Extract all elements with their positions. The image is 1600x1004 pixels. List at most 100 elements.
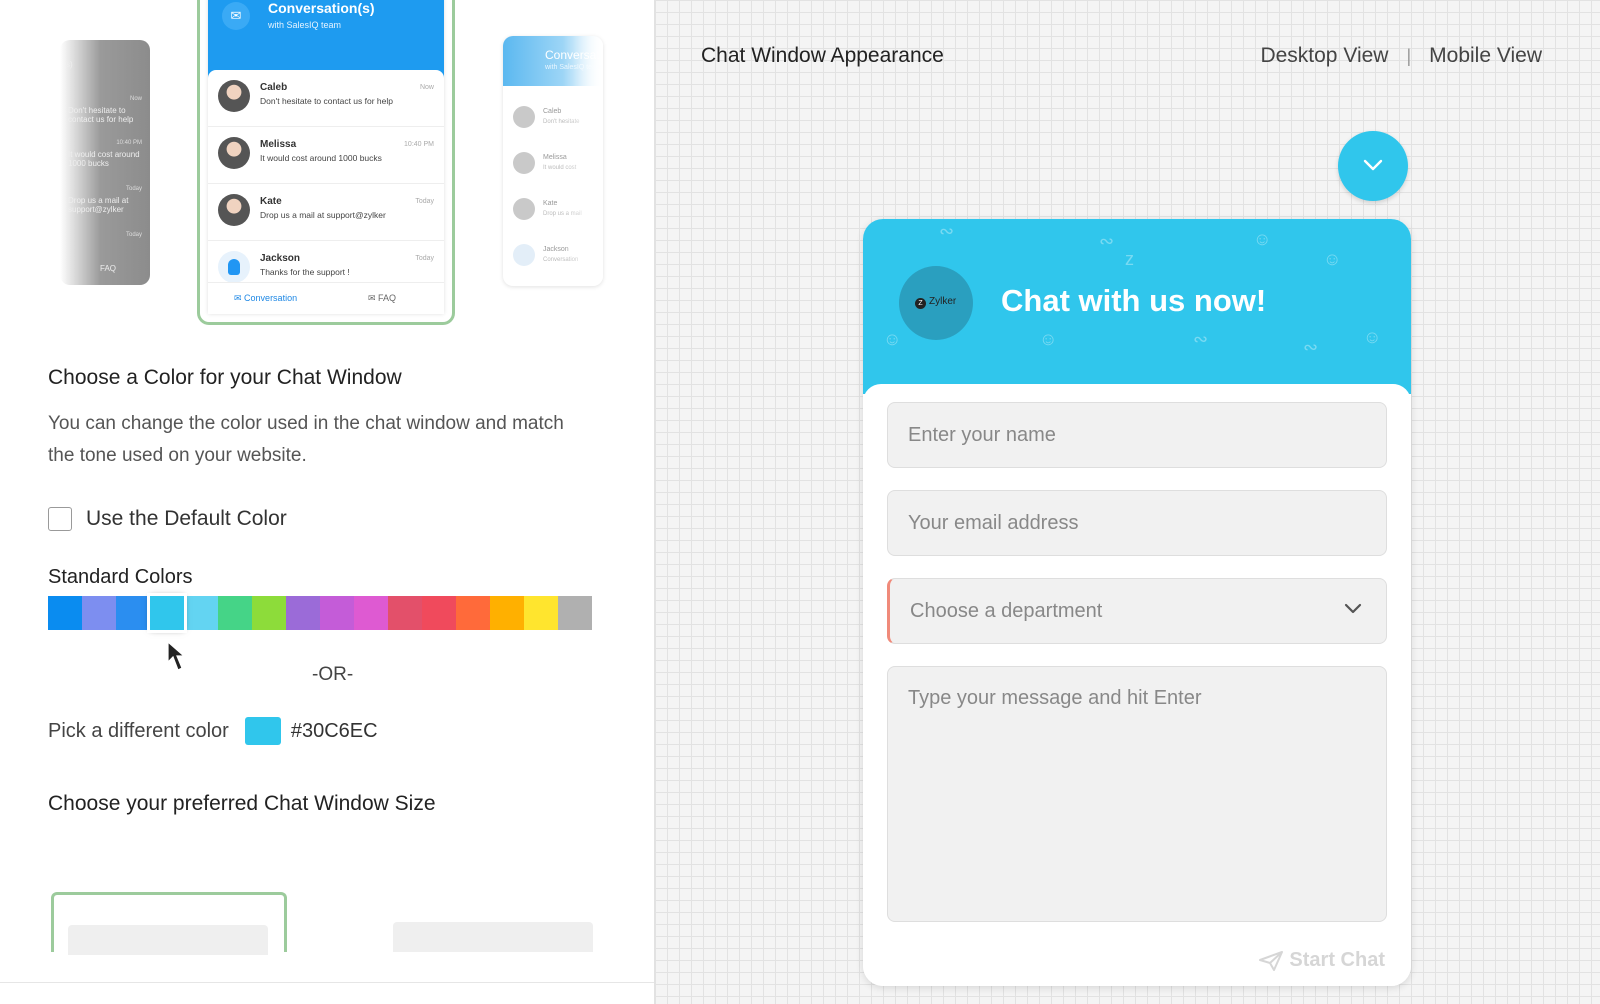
desktop-view-link[interactable]: Desktop View xyxy=(1260,44,1388,68)
thumb-conversation-list: Caleb Don't hesitate to contact us for h… xyxy=(208,70,444,298)
doodle-icon: ∾ xyxy=(1303,337,1319,357)
chevron-down-icon xyxy=(1363,159,1383,171)
avatar xyxy=(218,137,250,169)
list-item: Caleb Don't hesitate to contact us for h… xyxy=(208,70,444,127)
color-swatch[interactable] xyxy=(422,596,456,630)
color-section-title: Choose a Color for your Chat Window xyxy=(48,366,402,389)
color-swatch[interactable] xyxy=(116,596,150,630)
color-swatch[interactable] xyxy=(354,596,388,630)
size-option[interactable] xyxy=(393,922,593,952)
or-separator: -OR- xyxy=(312,664,354,685)
size-option-selected[interactable] xyxy=(51,892,287,955)
tab-conversation-label: Conversation xyxy=(244,293,298,303)
tab-faq-label: FAQ xyxy=(378,293,397,303)
thumb-line: Drop us a mail at support@zylker xyxy=(68,196,129,214)
thumb-time: Today xyxy=(125,232,142,238)
contact-name: Jackson xyxy=(260,253,301,264)
color-swatch[interactable] xyxy=(320,596,354,630)
color-swatch[interactable] xyxy=(456,596,490,630)
contact-name: Caleb xyxy=(260,82,288,93)
color-swatch[interactable] xyxy=(82,596,116,630)
layout-thumbnail-previous[interactable]: s) Now Don't hesitate to contact us for … xyxy=(60,40,150,285)
company-logo: Z Zylker xyxy=(899,266,973,340)
tab-faq: ✉ FAQ xyxy=(368,293,397,303)
mouse-pointer-icon xyxy=(167,640,186,671)
settings-panel: s) Now Don't hesitate to contact us for … xyxy=(0,0,655,1004)
default-color-option[interactable]: Use the Default Color xyxy=(48,504,287,534)
message-textarea[interactable]: Type your message and hit Enter xyxy=(887,666,1387,922)
thumb-time: Now xyxy=(129,96,142,102)
color-swatch[interactable] xyxy=(558,596,592,630)
contact-message: It would cost around 1000 bucks xyxy=(260,153,382,163)
pick-color-label: Pick a different color xyxy=(48,719,229,742)
message-time: Today xyxy=(415,198,434,205)
contact-message: Drop us a mail at support@zylker xyxy=(260,210,386,220)
thumb-line: Don't hesitate to contact us for help xyxy=(68,106,134,124)
email-input[interactable]: Your email address xyxy=(887,490,1387,556)
color-section-description: You can change the color used in the cha… xyxy=(48,413,564,466)
tab-conversation: ✉ Conversation xyxy=(234,293,298,303)
logo-mark: Z xyxy=(915,298,926,309)
contact-name: Melissa xyxy=(260,139,297,150)
chat-bubble-icon: ✉ xyxy=(222,2,250,30)
doodle-icon: ☺ xyxy=(1253,229,1272,249)
custom-color-picker: Pick a different color #30C6EC xyxy=(48,716,378,746)
color-swatch[interactable] xyxy=(252,596,286,630)
thumb-subtitle: with SalesIQ team xyxy=(268,20,342,30)
standard-colors-label: Standard Colors xyxy=(48,566,193,588)
default-color-label: Use the Default Color xyxy=(86,507,287,530)
layout-thumbnail-selected[interactable]: ✉ Conversation(s) with SalesIQ team Cale… xyxy=(197,0,455,325)
chat-form: Enter your name Your email address Choos… xyxy=(863,384,1411,986)
doodle-icon: z xyxy=(1125,249,1134,269)
view-switcher: Desktop View | Mobile View xyxy=(1260,44,1542,68)
mobile-view-link[interactable]: Mobile View xyxy=(1429,44,1542,68)
view-separator: | xyxy=(1406,45,1412,66)
preview-header: Chat Window Appearance Desktop View | Mo… xyxy=(655,0,1600,110)
name-input[interactable]: Enter your name xyxy=(887,402,1387,468)
color-swatch[interactable] xyxy=(490,596,524,630)
department-select[interactable]: Choose a department xyxy=(887,578,1387,644)
user-icon xyxy=(218,251,250,283)
avatar xyxy=(513,198,535,220)
doodle-icon: ∾ xyxy=(939,221,955,241)
color-swatch[interactable] xyxy=(286,596,320,630)
color-swatch[interactable] xyxy=(48,596,82,630)
thumb-time: Today xyxy=(125,186,142,192)
divider xyxy=(0,982,654,983)
preview-panel: Chat Window Appearance Desktop View | Mo… xyxy=(655,0,1600,1004)
thumb-tabs: ✉ Conversation ✉ FAQ xyxy=(208,282,444,314)
message-time: Now xyxy=(419,84,434,91)
standard-color-swatches xyxy=(48,593,592,633)
color-swatch[interactable] xyxy=(218,596,252,630)
doodle-icon: ☺ xyxy=(1323,249,1342,269)
chat-header-title: Chat with us now! xyxy=(1001,283,1267,318)
chevron-down-icon xyxy=(1344,603,1362,614)
avatar xyxy=(513,244,535,266)
color-swatch[interactable] xyxy=(388,596,422,630)
preview-title: Chat Window Appearance xyxy=(701,44,944,67)
custom-color-swatch[interactable] xyxy=(244,717,281,745)
list-item: Melissa It would cost around 1000 bucks … xyxy=(208,127,444,184)
thumb-time: 10:40 PM xyxy=(116,140,142,146)
doodle-icon: ∾ xyxy=(1193,329,1209,349)
color-swatch[interactable] xyxy=(184,596,218,630)
avatar xyxy=(218,194,250,226)
custom-color-hex[interactable]: #30C6EC xyxy=(291,720,378,743)
layout-thumbnails: s) Now Don't hesitate to contact us for … xyxy=(0,0,654,330)
avatar xyxy=(513,106,535,128)
minimize-chat-button[interactable] xyxy=(1338,131,1408,201)
logo-text: Zylker xyxy=(929,296,957,307)
contact-name: Kate xyxy=(260,196,282,207)
default-color-checkbox[interactable] xyxy=(48,507,72,531)
chat-window-header: ∾ ∾ z ☺ ☺ ☺ ☺ ∾ ∾ ☺ Z Zylker Chat with u… xyxy=(863,219,1411,394)
layout-thumbnail-next[interactable]: Conversation(s) with SalesIQ team CalebD… xyxy=(503,36,603,286)
color-swatch[interactable] xyxy=(147,593,187,633)
department-placeholder: Choose a department xyxy=(910,600,1103,622)
start-chat-button[interactable]: Start Chat xyxy=(1259,949,1385,972)
contact-name: Kate xyxy=(543,200,558,207)
send-icon xyxy=(1259,950,1284,971)
thumb-line: s) xyxy=(66,60,73,69)
doodle-icon: ☺ xyxy=(1363,327,1382,347)
color-swatch[interactable] xyxy=(524,596,558,630)
avatar xyxy=(218,80,250,112)
